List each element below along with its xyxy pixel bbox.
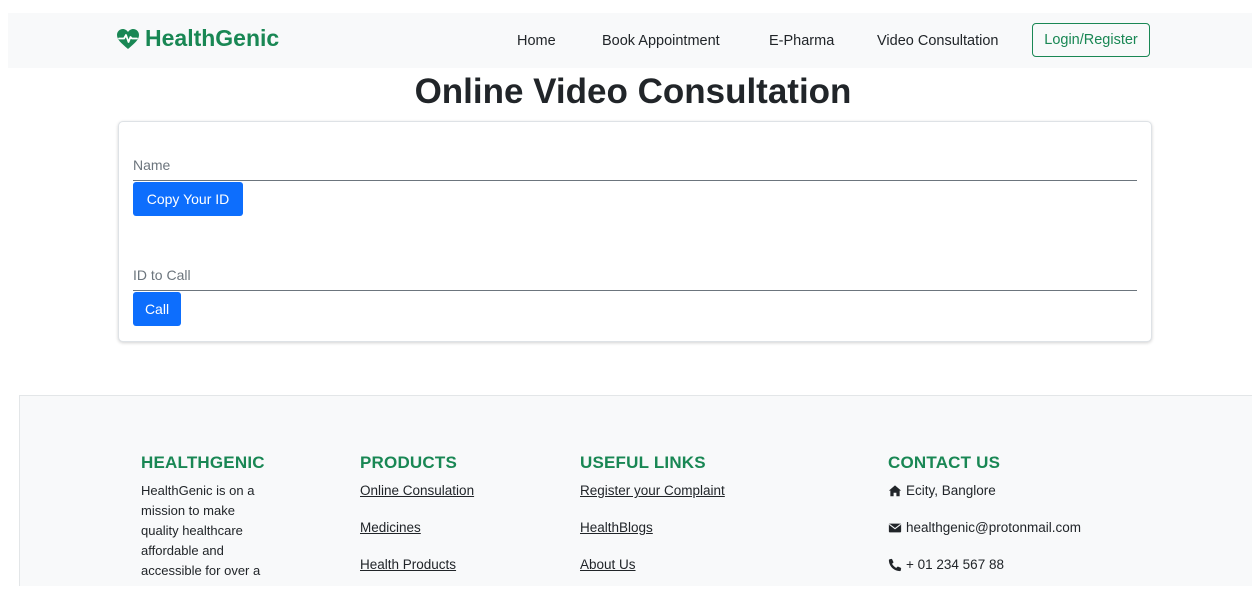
footer-link-healthblogs[interactable]: HealthBlogs xyxy=(580,518,725,538)
consultation-card: Name Copy Your ID ID to Call Call xyxy=(118,121,1152,342)
envelope-icon xyxy=(888,523,902,533)
footer-about: HEALTHGENIC HealthGenic is on a mission … xyxy=(141,453,266,581)
footer-link-online-consultation[interactable]: Online Consulation xyxy=(360,481,474,501)
nav-e-pharma[interactable]: E-Pharma xyxy=(769,33,834,49)
home-icon xyxy=(888,485,902,497)
id-to-call-input-underline xyxy=(133,290,1137,291)
footer-about-heading: HEALTHGENIC xyxy=(141,453,265,472)
page-title: Online Video Consultation xyxy=(414,72,852,111)
brand-name: HealthGenic xyxy=(145,25,280,51)
footer-link-health-products[interactable]: Health Products xyxy=(360,555,474,575)
contact-address-text: Ecity, Banglore xyxy=(906,483,996,498)
nav-video-consultation[interactable]: Video Consultation xyxy=(877,33,998,49)
footer-link-about-us[interactable]: About Us xyxy=(580,555,725,575)
id-to-call-input[interactable]: ID to Call xyxy=(133,267,191,283)
phone-icon xyxy=(888,558,902,572)
login-register-button[interactable]: Login/Register xyxy=(1032,23,1150,57)
footer-useful-links: USEFUL LINKS Register your Complaint Hea… xyxy=(580,453,725,592)
heartbeat-icon xyxy=(117,28,139,49)
contact-email-text: healthgenic@protonmail.com xyxy=(906,520,1082,535)
brand-logo[interactable]: HealthGenic xyxy=(116,25,279,52)
contact-phone: + 01 234 567 88 xyxy=(888,555,1081,575)
footer-about-text: HealthGenic is on a mission to make qual… xyxy=(141,483,261,578)
call-button[interactable]: Call xyxy=(133,292,181,326)
name-input-underline xyxy=(133,180,1137,181)
footer-contact-heading: CONTACT US xyxy=(888,453,1001,472)
footer-link-register-complaint[interactable]: Register your Complaint xyxy=(580,481,725,501)
nav-home[interactable]: Home xyxy=(517,33,556,49)
name-input[interactable]: Name xyxy=(133,157,170,173)
navbar: HealthGenic Home Book Appointment E-Phar… xyxy=(8,13,1252,68)
footer-products-heading: PRODUCTS xyxy=(360,453,457,472)
contact-address: Ecity, Banglore xyxy=(888,481,1081,501)
footer: HEALTHGENIC HealthGenic is on a mission … xyxy=(19,395,1252,586)
nav-book-appointment[interactable]: Book Appointment xyxy=(602,33,720,49)
footer-products: PRODUCTS Online Consulation Medicines He… xyxy=(360,453,474,592)
footer-useful-links-heading: USEFUL LINKS xyxy=(580,453,706,472)
footer-link-medicines[interactable]: Medicines xyxy=(360,518,474,538)
footer-contact: CONTACT US Ecity, Banglore healthgenic@p… xyxy=(888,453,1081,592)
contact-phone-text: + 01 234 567 88 xyxy=(906,557,1004,572)
contact-email: healthgenic@protonmail.com xyxy=(888,518,1081,538)
copy-id-button[interactable]: Copy Your ID xyxy=(133,182,243,216)
